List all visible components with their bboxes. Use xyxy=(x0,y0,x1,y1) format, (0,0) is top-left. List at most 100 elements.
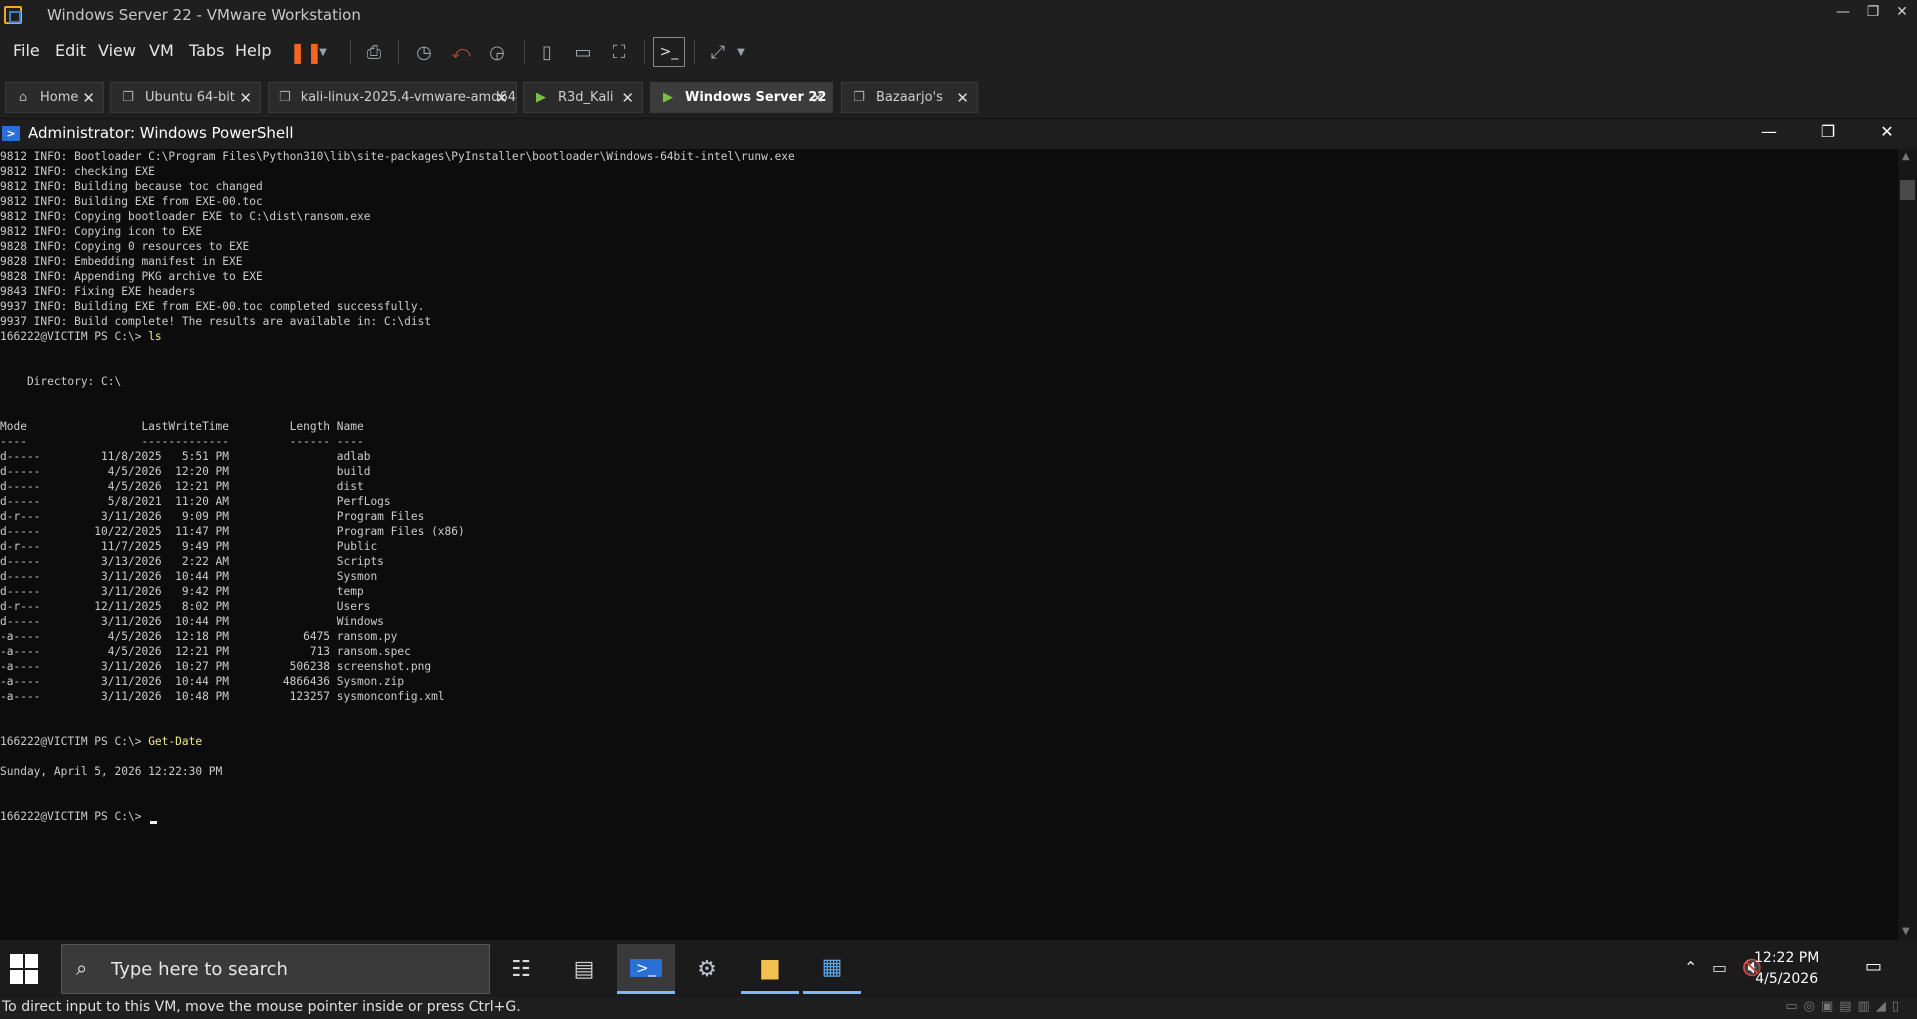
tab-bazaarjos[interactable]: ❐ Bazaarjo's ✕ xyxy=(841,82,978,113)
search-placeholder: Type here to search xyxy=(111,959,288,980)
powershell-taskbar-icon[interactable]: >_ xyxy=(617,944,675,994)
scroll-down-icon[interactable]: ▼ xyxy=(1902,926,1910,937)
close-button[interactable]: ✕ xyxy=(1887,4,1917,20)
log-line: 9812 INFO: Building EXE from EXE-00.toc xyxy=(0,195,263,208)
menu-vm[interactable]: VM xyxy=(149,41,174,60)
blank-line xyxy=(0,404,1898,419)
close-tab-icon[interactable]: ✕ xyxy=(811,89,824,107)
close-tab-icon[interactable]: ✕ xyxy=(239,89,252,107)
vm-icon: ❐ xyxy=(122,90,134,105)
vmware-logo-icon xyxy=(4,6,22,24)
show-library-icon[interactable]: ▯ xyxy=(531,37,563,67)
menu-help[interactable]: Help xyxy=(235,41,271,60)
listing-row: d----- 11/8/2025 5:51 PM adlab xyxy=(0,450,371,463)
task-view-icon[interactable]: ☷ xyxy=(492,944,550,994)
snapshot-manager-icon[interactable]: ◶ xyxy=(481,37,513,67)
prompt-line: 166222@VICTIM PS C:\> Get-Date xyxy=(0,734,1898,749)
menu-edit[interactable]: Edit xyxy=(55,41,86,60)
stretch-guest-icon[interactable]: ⤢ xyxy=(702,37,734,67)
tab-ubuntu[interactable]: ❐ Ubuntu 64-bit ✕ xyxy=(110,82,261,113)
command-prompt-icon[interactable]: ▤ xyxy=(555,944,613,994)
tab-home[interactable]: ⌂ Home ✕ xyxy=(5,82,104,113)
windows-start-icon[interactable] xyxy=(10,954,40,984)
prompt-line: 166222@VICTIM PS C:\> xyxy=(0,809,1898,824)
close-tab-icon[interactable]: ✕ xyxy=(956,89,969,107)
menu-tabs[interactable]: Tabs xyxy=(189,41,224,60)
ps-minimize-button[interactable]: — xyxy=(1754,122,1784,141)
log-line: 9812 INFO: Copying bootloader EXE to C:\… xyxy=(0,210,371,223)
listing-row: -a---- 3/11/2026 10:27 PM 506238 screens… xyxy=(0,660,432,673)
device-status-icons[interactable]: ▭◎▣▤▥◢▯ xyxy=(1785,999,1905,1014)
log-line: 9828 INFO: Appending PKG archive to EXE xyxy=(0,270,263,283)
powershell-console[interactable]: 9812 INFO: Bootloader C:\Program Files\P… xyxy=(0,149,1898,940)
close-tab-icon[interactable]: ✕ xyxy=(82,89,95,107)
network-icon[interactable]: ▭ xyxy=(1712,958,1727,977)
toolbar-divider xyxy=(350,40,351,64)
tab-kali-linux[interactable]: ❐ kali-linux-2025.4-vmware-amd64 ✕ xyxy=(268,82,517,113)
listing-row: d-r--- 12/11/2025 8:02 PM Users xyxy=(0,600,371,613)
revert-snapshot-icon[interactable]: ⤺ xyxy=(445,37,477,67)
status-message: To direct input to this VM, move the mou… xyxy=(2,999,521,1015)
tab-windows-server-22[interactable]: ▶ Windows Server 22 ✕ xyxy=(650,82,833,113)
blank-line xyxy=(0,359,1898,374)
powershell-title: Administrator: Windows PowerShell xyxy=(28,124,294,142)
chevron-up-icon[interactable]: ⌃ xyxy=(1684,958,1697,977)
restore-button[interactable]: ❐ xyxy=(1858,4,1888,20)
ps-restore-button[interactable]: ❐ xyxy=(1813,122,1843,141)
menubar: File Edit View VM Tabs Help ❚❚ ▼ ⎙ ◷ ⤺ ◶… xyxy=(0,30,1917,74)
directory-listing: d----- 11/8/2025 5:51 PM adlab d----- 4/5… xyxy=(0,449,1898,704)
blank-line xyxy=(0,719,1898,734)
send-ctrl-alt-del-icon[interactable]: ⎙ xyxy=(358,37,390,67)
toolbar-divider xyxy=(524,40,525,64)
chevron-down-icon[interactable]: ▼ xyxy=(732,37,750,67)
listing-row: d----- 4/5/2026 12:21 PM dist xyxy=(0,480,364,493)
listing-row: -a---- 3/11/2026 10:48 PM 123257 sysmonc… xyxy=(0,690,445,703)
vmware-titlebar: Windows Server 22 - VMware Workstation —… xyxy=(0,0,1917,30)
ps-close-button[interactable]: ✕ xyxy=(1872,122,1902,141)
chevron-down-icon[interactable]: ▼ xyxy=(314,37,332,67)
minimize-button[interactable]: — xyxy=(1828,4,1858,20)
blank-line xyxy=(0,794,1898,809)
listing-row: d----- 3/13/2026 2:22 AM Scripts xyxy=(0,555,384,568)
prompt: 166222@VICTIM PS C:\> xyxy=(0,735,149,748)
command-ls: ls xyxy=(148,330,162,343)
listing-rule: ---- ------------- ------ ---- xyxy=(0,435,364,448)
scrollbar-thumb[interactable] xyxy=(1900,180,1915,200)
directory-line: Directory: C:\ xyxy=(0,375,122,388)
tab-label: Windows Server 22 xyxy=(685,90,827,105)
full-screen-icon[interactable]: ⛶ xyxy=(603,37,635,67)
notification-icon[interactable]: ▭ xyxy=(1865,956,1882,977)
powershell-titlebar: > Administrator: Windows PowerShell — ❐ … xyxy=(0,119,1917,149)
menu-view[interactable]: View xyxy=(98,41,136,60)
network-app-icon[interactable]: ▦ xyxy=(803,944,861,994)
menu-file[interactable]: File xyxy=(13,41,40,60)
close-tab-icon[interactable]: ✕ xyxy=(495,89,508,107)
listing-row: d----- 5/8/2021 11:20 AM PerfLogs xyxy=(0,495,391,508)
tab-label: kali-linux-2025.4-vmware-amd64 xyxy=(300,90,516,105)
log-line: 9812 INFO: Copying icon to EXE xyxy=(0,225,203,238)
close-tab-icon[interactable]: ✕ xyxy=(621,89,634,107)
listing-row: d----- 4/5/2026 12:20 PM build xyxy=(0,465,371,478)
thumbnail-bar-icon[interactable]: ▭ xyxy=(567,37,599,67)
tab-r3d-kali[interactable]: ▶ R3d_Kali ✕ xyxy=(523,82,643,113)
log-line: 9812 INFO: Bootloader C:\Program Files\P… xyxy=(0,150,795,163)
listing-row: d----- 10/22/2025 11:47 PM Program Files… xyxy=(0,525,465,538)
log-line: 9812 INFO: checking EXE xyxy=(0,165,155,178)
vm-icon: ❐ xyxy=(279,90,291,105)
command-get-date: Get-Date xyxy=(148,735,203,748)
tab-label: R3d_Kali xyxy=(558,90,614,105)
search-icon: ⌕ xyxy=(76,956,88,980)
snapshot-icon[interactable]: ◷ xyxy=(408,37,440,67)
taskbar-clock[interactable]: 12:22 PM 4/5/2026 xyxy=(1754,948,1819,990)
listing-row: d-r--- 3/11/2026 9:09 PM Program Files xyxy=(0,510,425,523)
console-view-icon[interactable]: >_ xyxy=(653,37,685,67)
clock-date: 4/5/2026 xyxy=(1755,971,1819,987)
server-manager-icon[interactable]: ⚙ xyxy=(678,944,736,994)
log-line: 9812 INFO: Building because toc changed xyxy=(0,180,263,193)
console-scrollbar[interactable]: ▲ ▼ xyxy=(1898,149,1917,940)
file-explorer-icon[interactable]: ▆ xyxy=(741,944,799,994)
log-line: 9937 INFO: Build complete! The results a… xyxy=(0,315,432,328)
scroll-up-icon[interactable]: ▲ xyxy=(1902,151,1910,162)
taskbar-search-box[interactable]: ⌕ Type here to search xyxy=(61,944,490,994)
log-line: 9937 INFO: Building EXE from EXE-00.toc … xyxy=(0,300,425,313)
